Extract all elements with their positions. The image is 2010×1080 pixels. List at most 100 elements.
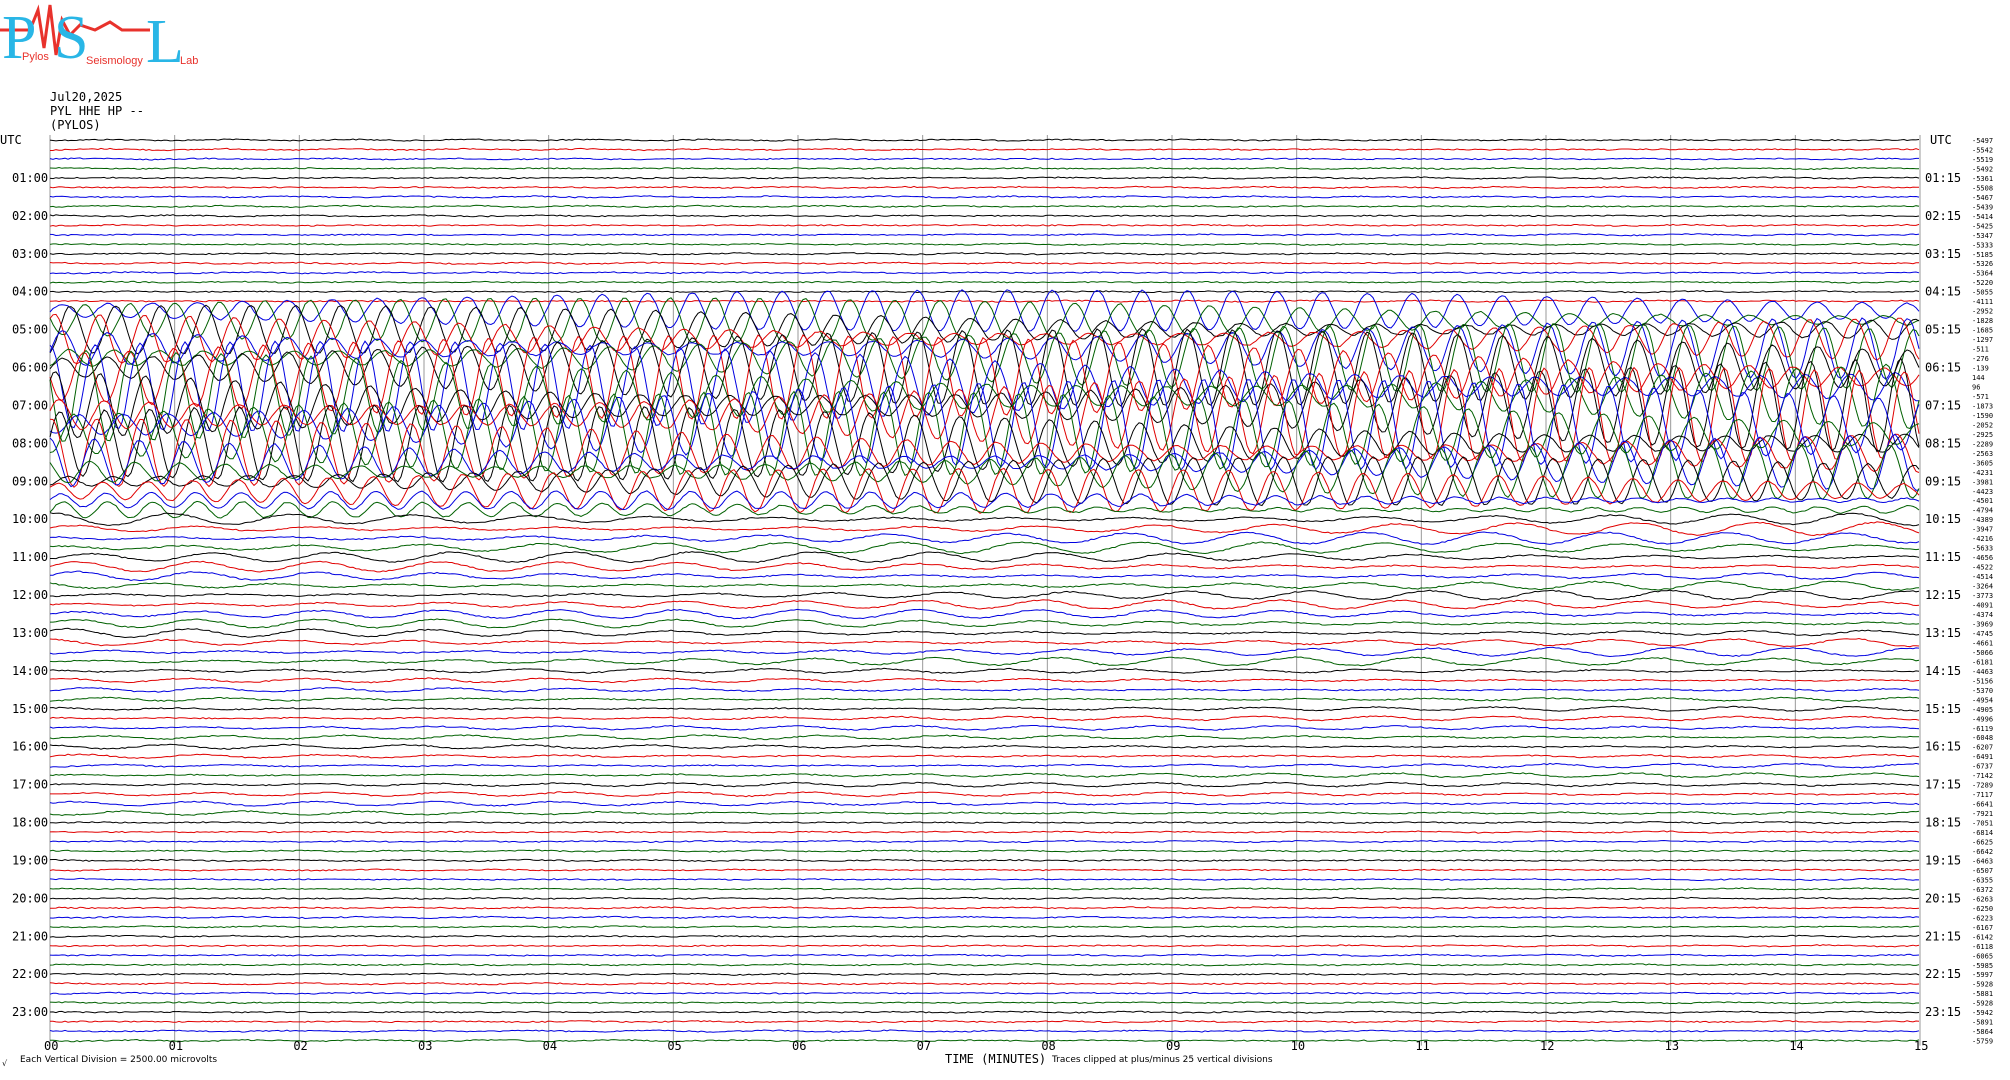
seismic-trace-row bbox=[49, 656, 1920, 667]
seismic-trace-row bbox=[49, 858, 1919, 863]
row-offset-label: -7117 bbox=[1972, 791, 1993, 799]
seismic-trace-row bbox=[50, 147, 1920, 152]
row-offset-label: -3605 bbox=[1972, 459, 1993, 467]
right-hour-label: 19:15 bbox=[1925, 853, 1961, 867]
left-hour-label: 09:00 bbox=[12, 474, 48, 488]
row-offset-label: -5997 bbox=[1972, 971, 1993, 979]
row-offset-label: -6207 bbox=[1972, 744, 1993, 752]
seismic-trace-row bbox=[50, 589, 1920, 601]
row-offset-label: -4091 bbox=[1972, 602, 1993, 610]
row-offset-label: -4794 bbox=[1972, 507, 1993, 515]
right-hour-label: 10:15 bbox=[1925, 512, 1961, 526]
row-offset-label: -6065 bbox=[1972, 952, 1993, 960]
left-hour-label: 14:00 bbox=[12, 664, 48, 678]
left-hour-label: 19:00 bbox=[12, 853, 48, 867]
row-offset-label: -5467 bbox=[1972, 194, 1993, 202]
seismic-trace-row bbox=[49, 686, 1920, 693]
x-tick-label: 03 bbox=[418, 1039, 432, 1053]
row-offset-label: -4905 bbox=[1972, 706, 1993, 714]
seismic-trace-row bbox=[50, 1019, 1920, 1024]
right-hour-label: 15:15 bbox=[1925, 702, 1961, 716]
row-offset-label: -4745 bbox=[1972, 630, 1993, 638]
seismic-trace-row bbox=[49, 830, 1920, 834]
right-hour-label: 11:15 bbox=[1925, 550, 1961, 564]
x-axis-label: TIME (MINUTES) bbox=[945, 1052, 1046, 1066]
seismic-trace-row bbox=[49, 512, 1920, 527]
row-offset-label: -2952 bbox=[1972, 308, 1993, 316]
x-tick-label: 12 bbox=[1540, 1039, 1554, 1053]
row-offset-label: -6119 bbox=[1972, 725, 1993, 733]
seismic-trace-row bbox=[49, 753, 1920, 759]
row-offset-label: -5891 bbox=[1972, 1019, 1993, 1027]
right-utc-title: UTC bbox=[1930, 133, 1952, 147]
row-offset-label: -276 bbox=[1972, 355, 1989, 363]
seismic-trace-row bbox=[49, 696, 1920, 702]
seismic-trace-row bbox=[49, 972, 1920, 976]
row-offset-label: -5492 bbox=[1972, 165, 1993, 173]
row-offset-label: -5928 bbox=[1972, 1000, 1993, 1008]
right-hour-label: 04:15 bbox=[1925, 285, 1961, 299]
row-offset-label: -5985 bbox=[1972, 962, 1993, 970]
x-tick-label: 02 bbox=[293, 1039, 307, 1053]
x-tick-label: 08 bbox=[1041, 1039, 1055, 1053]
row-offset-label: -3773 bbox=[1972, 592, 1993, 600]
row-offset-label: -5508 bbox=[1972, 184, 1993, 192]
seismic-trace-row bbox=[49, 599, 1920, 610]
seismic-trace-row bbox=[49, 166, 1919, 171]
row-offset-label: -4374 bbox=[1972, 611, 1993, 619]
row-offset-label: -4389 bbox=[1972, 516, 1993, 524]
row-offset-label: -139 bbox=[1972, 365, 1989, 373]
right-hour-label: 07:15 bbox=[1925, 398, 1961, 412]
corner-mark: √ bbox=[2, 1059, 8, 1068]
seismic-trace-row bbox=[49, 1010, 1920, 1014]
row-offset-label: -1297 bbox=[1972, 336, 1993, 344]
seismic-trace-row bbox=[49, 963, 1920, 967]
right-hour-label: 01:15 bbox=[1925, 171, 1961, 185]
seismic-trace-row bbox=[49, 1001, 1919, 1005]
row-offset-label: -2052 bbox=[1972, 421, 1993, 429]
row-offset-label: -6263 bbox=[1972, 895, 1993, 903]
row-offset-label: -5066 bbox=[1972, 649, 1993, 657]
seismic-trace-row bbox=[49, 849, 1920, 853]
seismic-trace-row bbox=[49, 289, 1920, 294]
seismic-trace-row bbox=[49, 531, 1920, 545]
left-hour-label: 11:00 bbox=[12, 550, 48, 564]
seismic-trace-row bbox=[49, 772, 1920, 779]
seismic-trace-row bbox=[50, 791, 1920, 798]
right-hour-label: 02:15 bbox=[1925, 209, 1961, 223]
seismic-trace-row bbox=[49, 877, 1920, 882]
seismic-trace-row bbox=[49, 646, 1920, 658]
left-hour-label: 17:00 bbox=[12, 778, 48, 792]
row-offset-label: -6223 bbox=[1972, 914, 1993, 922]
seismic-trace-row bbox=[49, 953, 1920, 957]
row-offset-label: -4661 bbox=[1972, 639, 1993, 647]
row-offset-label: -5326 bbox=[1972, 260, 1993, 268]
row-offset-label: -6250 bbox=[1972, 905, 1993, 913]
seismic-trace-row bbox=[49, 677, 1920, 684]
seismic-trace-row bbox=[50, 551, 1920, 564]
row-offset-label: -5333 bbox=[1972, 241, 1993, 249]
x-tick-label: 10 bbox=[1291, 1039, 1305, 1053]
left-hour-label: 16:00 bbox=[12, 740, 48, 754]
row-offset-label: -4231 bbox=[1972, 469, 1993, 477]
row-offset-label: -571 bbox=[1972, 393, 1989, 401]
seismic-trace-row bbox=[49, 204, 1920, 209]
x-tick-label: 05 bbox=[667, 1039, 681, 1053]
left-hour-label: 08:00 bbox=[12, 436, 48, 450]
seismic-trace-row bbox=[49, 521, 1920, 537]
seismic-trace-row bbox=[49, 280, 1920, 284]
row-offset-label: -5185 bbox=[1972, 251, 1993, 259]
row-offset-label: -5414 bbox=[1972, 213, 1993, 221]
row-offset-label: -4463 bbox=[1972, 668, 1993, 676]
row-offset-label: -5361 bbox=[1972, 175, 1993, 183]
row-offset-label: -6463 bbox=[1972, 857, 1993, 865]
row-offset-label: -4954 bbox=[1972, 696, 1993, 704]
seismic-trace-row bbox=[49, 570, 1920, 582]
seismic-trace-row bbox=[49, 195, 1920, 199]
row-offset-label: -2563 bbox=[1972, 450, 1993, 458]
right-hour-label: 03:15 bbox=[1925, 247, 1961, 261]
seismic-trace-row bbox=[49, 743, 1920, 750]
seismic-trace-row bbox=[50, 618, 1920, 629]
row-offset-label: -511 bbox=[1972, 346, 1989, 354]
seismic-trace-row bbox=[49, 887, 1920, 891]
